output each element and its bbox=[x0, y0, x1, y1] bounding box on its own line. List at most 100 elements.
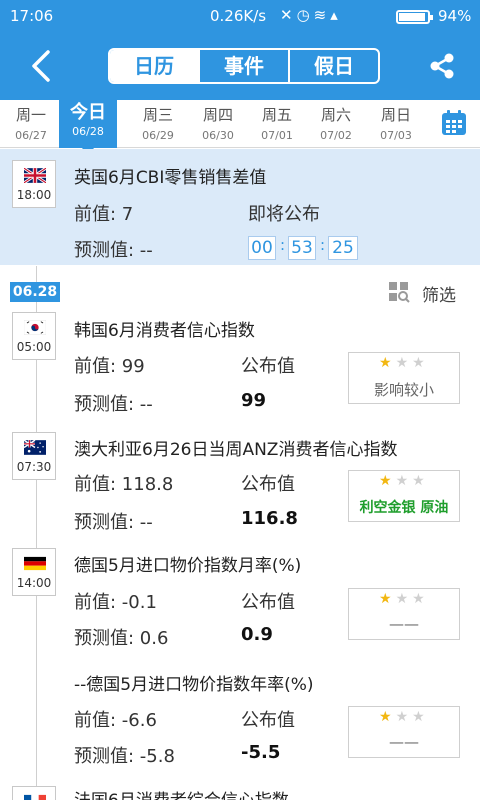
event-title: 法国6月消费者综合信心指数 bbox=[74, 786, 289, 800]
status-icons: ✕◷≋▴ bbox=[280, 6, 342, 24]
event-flag-box: 18:00 bbox=[12, 160, 56, 208]
day-sun[interactable]: 周日 07/03 bbox=[367, 100, 425, 148]
event-title: 韩国6月消费者信心指数 bbox=[74, 321, 255, 341]
event-flag-box: 05:00 bbox=[12, 312, 56, 360]
germany-flag-icon bbox=[24, 556, 46, 571]
event-time: 05:00 bbox=[16, 340, 52, 354]
countdown-seconds: 25 bbox=[328, 236, 358, 260]
forecast-value: 预测值: -- bbox=[74, 512, 153, 533]
event-flag-box bbox=[12, 786, 56, 800]
forecast-value: 预测值: -5.8 bbox=[74, 746, 175, 767]
tab-holidays[interactable]: 假日 bbox=[288, 50, 378, 82]
day-name: 周五 bbox=[261, 106, 292, 124]
event-title: 德国5月进口物价指数月率(%) bbox=[74, 556, 302, 576]
countdown-separator: : bbox=[320, 236, 326, 254]
back-arrow-icon[interactable] bbox=[22, 46, 62, 86]
day-date: 07/02 bbox=[320, 129, 352, 142]
importance-stars: ★★★ bbox=[379, 355, 429, 371]
event-title: 英国6月CBI零售销售差值 bbox=[74, 168, 267, 188]
event-title: --德国5月进口物价指数年率(%) bbox=[74, 675, 314, 695]
impact-text: —— bbox=[389, 615, 419, 633]
filter-button[interactable]: 筛选 bbox=[422, 281, 456, 306]
event-time: 18:00 bbox=[16, 188, 52, 202]
day-date: 06/29 bbox=[142, 129, 174, 142]
previous-value: 前值: -0.1 bbox=[74, 592, 157, 613]
uk-flag-icon bbox=[24, 168, 46, 183]
day-name: 今日 bbox=[70, 102, 106, 123]
forecast-value: 预测值: 0.6 bbox=[74, 628, 169, 649]
korea-flag-icon bbox=[24, 320, 46, 335]
battery-icon bbox=[396, 10, 433, 24]
status-time: 17:06 bbox=[10, 7, 54, 25]
calendar-icon[interactable] bbox=[440, 109, 468, 137]
day-wed[interactable]: 周三 06/29 bbox=[129, 100, 187, 148]
alarm-icon: ◷ bbox=[296, 6, 314, 24]
previous-value: 前值: 7 bbox=[74, 204, 134, 225]
day-mon[interactable]: 周一 06/27 bbox=[2, 100, 60, 148]
share-icon[interactable] bbox=[426, 50, 458, 82]
network-speed: 0.26K/s bbox=[210, 7, 267, 25]
day-name: 周一 bbox=[15, 106, 46, 124]
impact-box: ★★★ —— bbox=[348, 706, 460, 758]
actual-label: 公布值 bbox=[241, 356, 295, 377]
actual-label: 公布值 bbox=[241, 710, 295, 731]
previous-value: 前值: -6.6 bbox=[74, 710, 157, 731]
actual-label: 公布值 bbox=[241, 474, 295, 495]
actual-value: 116.8 bbox=[241, 508, 298, 529]
event-flag-box: 07:30 bbox=[12, 432, 56, 480]
tab-calendar[interactable]: 日历 bbox=[110, 50, 198, 82]
countdown-minutes: 53 bbox=[288, 236, 316, 260]
event-time: 07:30 bbox=[16, 460, 52, 474]
impact-text: —— bbox=[389, 733, 419, 751]
impact-box: ★★★ 影响较小 bbox=[348, 352, 460, 404]
day-today[interactable]: 今日 06/28 bbox=[59, 100, 117, 155]
importance-stars: ★★★ bbox=[379, 473, 429, 489]
previous-value: 前值: 118.8 bbox=[74, 474, 174, 495]
section-tabs: 日历 事件 假日 bbox=[108, 48, 380, 84]
importance-stars: ★★★ bbox=[379, 591, 429, 607]
day-name: 周六 bbox=[320, 106, 351, 124]
date-badge: 06.28 bbox=[10, 282, 60, 302]
actual-value: -5.5 bbox=[241, 742, 281, 763]
tab-events[interactable]: 事件 bbox=[198, 50, 288, 82]
week-strip: 周一 06/27 今日 06/28 周三 06/29 周四 06/30 周五 0… bbox=[0, 100, 480, 155]
day-date: 06/27 bbox=[15, 129, 47, 142]
actual-value: 99 bbox=[241, 390, 267, 411]
impact-text: 影响较小 bbox=[373, 381, 434, 399]
wifi-icon: ≋ bbox=[313, 6, 331, 24]
australia-flag-icon bbox=[24, 440, 46, 455]
status-bar: 17:06 0.26K/s ✕◷≋▴ 94% bbox=[0, 0, 480, 32]
day-date: 06/28 bbox=[72, 125, 104, 138]
app-header: 日历 事件 假日 bbox=[0, 32, 480, 100]
impact-box: ★★★ —— bbox=[348, 588, 460, 640]
app-root: 17:06 0.26K/s ✕◷≋▴ 94% 日历 事件 假日 周一 06/27 bbox=[0, 0, 480, 800]
day-name: 周日 bbox=[380, 106, 411, 124]
countdown-separator: : bbox=[280, 236, 286, 254]
forecast-value: 预测值: -- bbox=[74, 240, 153, 261]
importance-stars: ★★★ bbox=[379, 709, 429, 725]
event-title: 澳大利亚6月26日当周ANZ消费者信心指数 bbox=[74, 440, 398, 460]
actual-label: 公布值 bbox=[241, 592, 295, 613]
impact-text: 利空金银 原油 bbox=[359, 500, 449, 516]
impact-box: ★★★ 利空金银 原油 bbox=[348, 470, 460, 522]
previous-value: 前值: 99 bbox=[74, 356, 145, 377]
release-status: 即将公布 bbox=[248, 204, 320, 225]
day-date: 06/30 bbox=[202, 129, 234, 142]
mute-icon: ✕ bbox=[280, 6, 297, 24]
day-date: 07/03 bbox=[380, 129, 412, 142]
filter-icon[interactable] bbox=[388, 281, 410, 303]
day-name: 周四 bbox=[202, 106, 233, 124]
france-flag-icon bbox=[24, 794, 46, 800]
actual-value: 0.9 bbox=[241, 624, 273, 645]
event-time: 14:00 bbox=[16, 576, 52, 590]
signal-icon: ▴ bbox=[330, 6, 342, 24]
day-fri[interactable]: 周五 07/01 bbox=[248, 100, 306, 148]
event-flag-box: 14:00 bbox=[12, 548, 56, 596]
day-date: 07/01 bbox=[261, 129, 293, 142]
day-name: 周三 bbox=[142, 106, 173, 124]
countdown-hours: 00 bbox=[248, 236, 276, 260]
forecast-value: 预测值: -- bbox=[74, 394, 153, 415]
day-thu[interactable]: 周四 06/30 bbox=[189, 100, 247, 148]
battery-percent: 94% bbox=[438, 7, 472, 25]
day-sat[interactable]: 周六 07/02 bbox=[307, 100, 365, 148]
